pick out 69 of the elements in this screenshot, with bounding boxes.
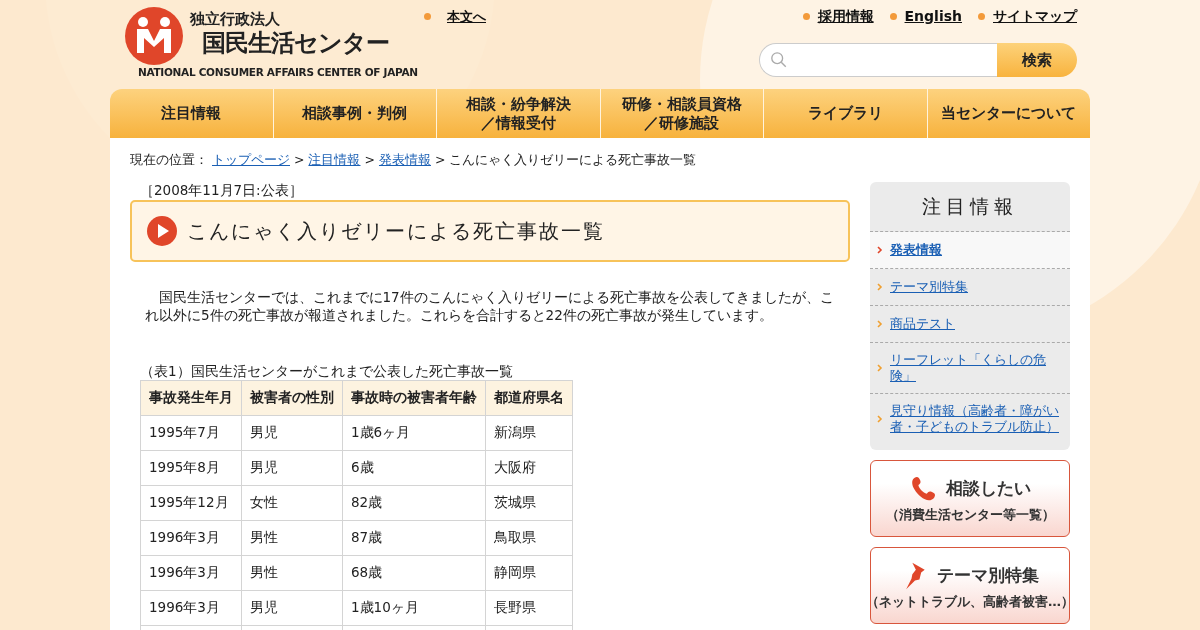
table-cell: 1歳10ヶ月	[342, 590, 486, 626]
sidebar-item[interactable]: 見守り情報（高齢者・障がい者・子どものトラブル防止）	[870, 394, 1070, 444]
bullet-icon	[802, 13, 810, 20]
breadcrumb-separator: >	[364, 152, 375, 169]
table-cell: 大阪府	[485, 450, 573, 486]
breadcrumb-text: こんにゃく入りゼリーによる死亡事故一覧	[449, 152, 697, 169]
table-cell: 男児	[241, 450, 343, 486]
breadcrumb-link[interactable]: 注目情報	[308, 152, 361, 169]
table-cell: 1996年3月	[140, 520, 242, 556]
column-header: 被害者の性別	[241, 380, 343, 416]
table-cell: 男性	[241, 555, 343, 591]
chevron-icon	[877, 320, 883, 328]
search-field[interactable]	[759, 43, 997, 77]
table-cell: 静岡県	[485, 555, 573, 591]
chevron-icon	[877, 415, 883, 423]
column-header: 事故時の被害者年齢	[342, 380, 486, 416]
table-cell: 82歳	[342, 485, 486, 521]
logo-title: 国民生活センター	[202, 28, 390, 58]
chevron-icon	[877, 364, 883, 372]
sidebar-item[interactable]: テーマ別特集	[870, 269, 1070, 306]
chevron-icon	[877, 246, 883, 254]
table-cell: 男児	[241, 590, 343, 626]
table-cell: 1995年7月	[140, 415, 242, 451]
nav-tab[interactable]: 当センターについて	[927, 89, 1090, 138]
publish-date: ［2008年11月7日:公表］	[139, 182, 304, 198]
sidebar-item[interactable]: リーフレット「くらしの危険」	[870, 343, 1070, 394]
bullet-icon	[424, 13, 431, 20]
table-cell: 1995年8月	[140, 450, 242, 486]
utility-link[interactable]: サイトマップ	[993, 8, 1077, 26]
column-header: 都道府県名	[485, 380, 573, 416]
table-cell: 1995年12月	[140, 485, 242, 521]
logo-icon	[124, 6, 184, 66]
logo-english-name: NATIONAL CONSUMER AFFAIRS CENTER OF JAPAN	[138, 65, 418, 80]
page-title: こんにゃく入りゼリーによる死亡事故一覧	[187, 217, 605, 245]
play-icon	[147, 216, 177, 246]
table-cell: 1996年3月	[140, 590, 242, 626]
bullet-icon	[978, 13, 985, 20]
table-cell: 鳥取県	[485, 520, 573, 556]
table-cell: 新潟県	[485, 415, 573, 451]
table-cell: 87歳	[342, 520, 486, 556]
intro-paragraph: 国民生活センターでは、これまでに17件のこんにゃく入りゼリーによる死亡事故を公表してきましたが、これ以外に5件の死亡事故が報道されました。これらを合計すると22件の死亡事故が発生しています。	[144, 288, 835, 324]
table-cell: 男性	[241, 520, 343, 556]
table-cell: 1歳6ヶ月	[342, 415, 486, 451]
search-button[interactable]: 検索	[997, 43, 1077, 77]
breadcrumb-separator: >	[294, 152, 305, 169]
banner-button[interactable]: 相談したい （消費生活センター等一覧）	[870, 460, 1070, 537]
banner-button[interactable]: テーマ別特集 （ネットトラブル、高齢者被害…）	[870, 547, 1070, 624]
table-cell: 男児	[241, 415, 343, 451]
search-icon	[770, 51, 788, 69]
breadcrumb-text: 現在の位置：	[130, 152, 208, 169]
utility-link[interactable]: 採用情報	[817, 8, 874, 26]
table-cell: 68歳	[342, 555, 486, 591]
chevron-icon	[877, 283, 883, 291]
breadcrumb-link[interactable]: トップページ	[212, 152, 290, 169]
table-caption: （表1）国民生活センターがこれまで公表した死亡事故一覧	[139, 362, 514, 380]
table-cell: 女性	[241, 485, 343, 521]
sidebar-item[interactable]: 発表情報	[870, 232, 1070, 269]
table-cell: 1996年3月	[140, 555, 242, 591]
column-header: 事故発生年月	[140, 380, 242, 416]
logo-subtitle: 独立行政法人	[190, 10, 281, 28]
sidebar-item[interactable]: 商品テスト	[870, 306, 1070, 343]
skip-to-content-link[interactable]: 本文へ	[447, 8, 486, 26]
table-cell: 茨城県	[485, 485, 573, 521]
utility-link[interactable]: English	[904, 8, 962, 24]
breadcrumb-separator: >	[434, 152, 446, 169]
bullet-icon	[889, 13, 897, 20]
table-cell: 6歳	[342, 450, 486, 486]
table-cell: 長野県	[485, 590, 573, 626]
breadcrumb-link[interactable]: 発表情報	[378, 152, 431, 169]
